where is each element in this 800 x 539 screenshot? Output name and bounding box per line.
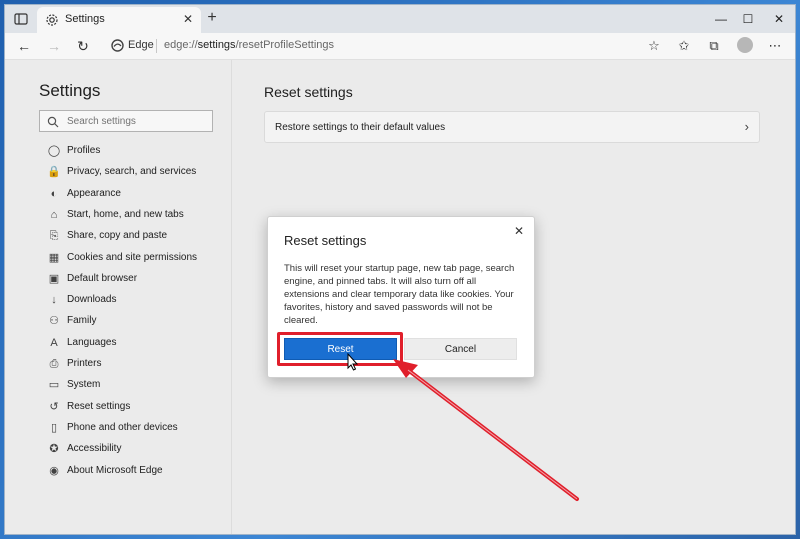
back-icon[interactable]: ←: [14, 36, 34, 56]
add-favorite-icon[interactable]: ☆: [644, 36, 664, 56]
cancel-button[interactable]: Cancel: [404, 338, 517, 360]
profile-avatar[interactable]: [737, 37, 753, 53]
close-icon[interactable]: ✕: [511, 223, 527, 239]
dialog-body: This will reset your startup page, new t…: [284, 263, 515, 326]
url-separator: [156, 39, 157, 53]
close-window-button[interactable]: ✕: [769, 10, 789, 28]
url-path: /resetProfileSettings: [235, 39, 334, 51]
reset-settings-dialog: Reset settings ✕ This will reset your st…: [267, 216, 535, 378]
collections-icon[interactable]: ⧉: [704, 36, 724, 56]
tab-actions-icon[interactable]: [13, 11, 29, 27]
tab-title: Settings: [65, 13, 105, 25]
dialog-title: Reset settings: [284, 233, 367, 248]
url-host: settings: [197, 39, 236, 51]
close-tab-icon[interactable]: ✕: [181, 12, 195, 26]
forward-icon[interactable]: →: [44, 36, 64, 56]
favorites-icon[interactable]: ✩: [674, 36, 694, 56]
reset-button[interactable]: Reset: [284, 338, 397, 360]
url-text[interactable]: edge://settings/resetProfileSettings: [164, 39, 334, 51]
url-prefix: edge://: [164, 39, 198, 51]
browser-window: Settings ✕ + — ☐ ✕ ← → ↻ Edge edge://set…: [4, 4, 796, 535]
edge-label: Edge: [128, 39, 154, 51]
minimize-button[interactable]: —: [711, 10, 731, 28]
more-icon[interactable]: ⋯: [765, 36, 785, 56]
address-toolbar: ← → ↻ Edge edge://settings/resetProfileS…: [5, 33, 795, 60]
edge-logo-icon: [111, 39, 124, 52]
title-bar: Settings ✕ + — ☐ ✕: [5, 5, 795, 33]
refresh-icon[interactable]: ↻: [73, 36, 93, 56]
gear-icon: [45, 13, 59, 27]
mouse-cursor-icon: [347, 353, 359, 371]
new-tab-button[interactable]: +: [203, 9, 221, 27]
tab-settings[interactable]: Settings ✕: [37, 7, 201, 33]
maximize-button[interactable]: ☐: [738, 10, 758, 28]
address-bar[interactable]: Edge edge://settings/resetProfileSetting…: [105, 35, 665, 57]
